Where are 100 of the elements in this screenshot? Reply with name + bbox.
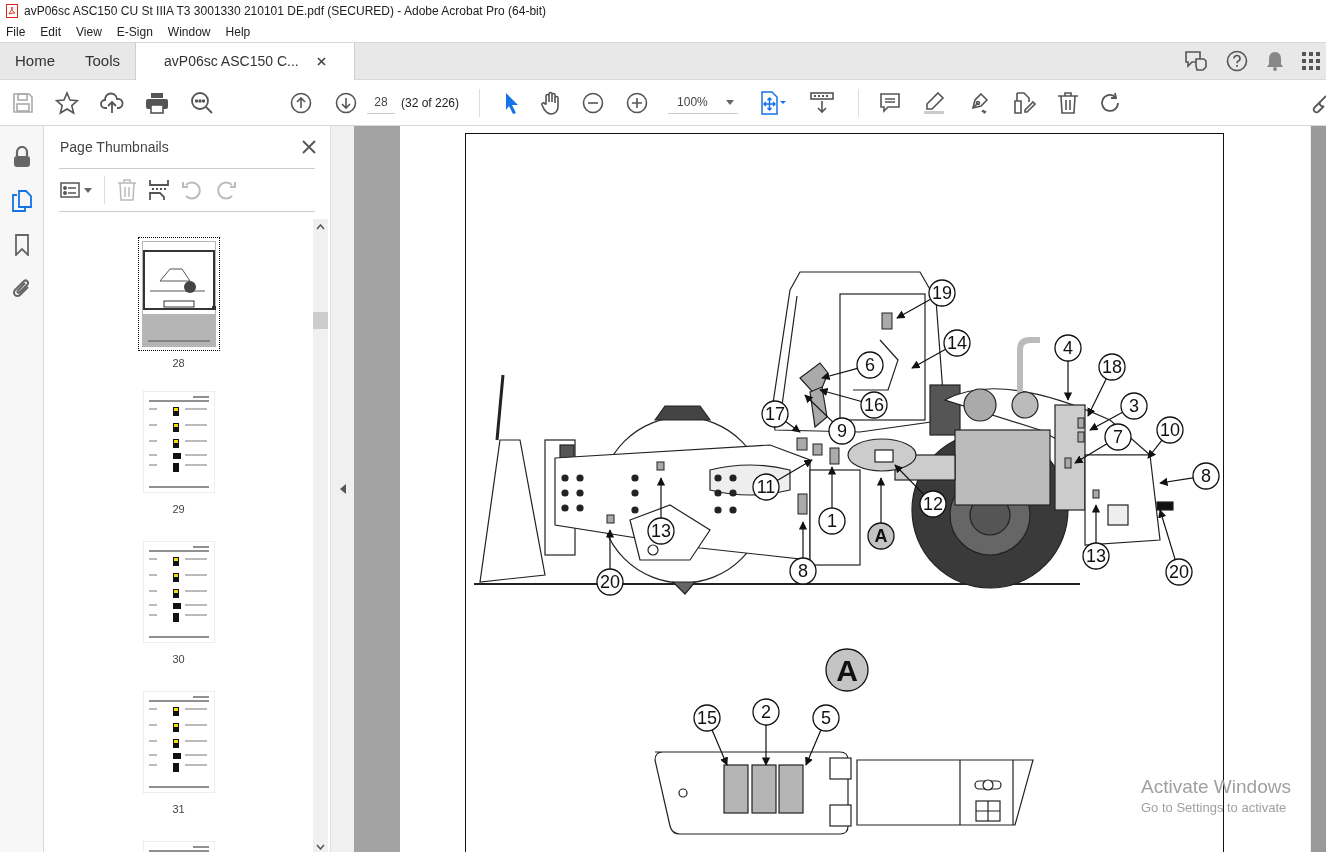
tab[interactable]: Home bbox=[0, 43, 70, 79]
callout-label: 12 bbox=[919, 490, 947, 518]
callout-label: 10 bbox=[1156, 416, 1184, 444]
leader-line bbox=[784, 421, 801, 433]
options-menu-icon[interactable] bbox=[60, 181, 80, 199]
page-number-field[interactable]: 28 bbox=[367, 91, 395, 114]
leader-line bbox=[798, 521, 808, 559]
leader-line bbox=[876, 477, 886, 524]
label-plate bbox=[1064, 457, 1072, 469]
highlighter-icon[interactable] bbox=[922, 90, 947, 115]
callout-label: 14 bbox=[943, 329, 971, 357]
scroll-mode-icon[interactable] bbox=[810, 91, 835, 114]
callout-label: 20 bbox=[596, 568, 624, 596]
label-plate bbox=[1092, 489, 1100, 499]
scroll-thumb[interactable] bbox=[313, 312, 328, 329]
page-number: 31 bbox=[172, 802, 185, 817]
fit-page-icon[interactable] bbox=[760, 90, 787, 115]
callout-label: 13 bbox=[1082, 542, 1110, 570]
panel-title: Page Thumbnails bbox=[60, 137, 169, 157]
scrollbar[interactable] bbox=[1310, 126, 1326, 852]
tab[interactable]: avP06sc ASC150 C... bbox=[135, 43, 355, 80]
label-plate bbox=[1077, 417, 1085, 429]
scroll-up-icon[interactable] bbox=[316, 224, 325, 230]
next-page-icon[interactable] bbox=[335, 91, 357, 114]
comment-icon[interactable] bbox=[879, 91, 902, 114]
label-plate bbox=[797, 493, 808, 515]
trash-icon[interactable] bbox=[1057, 90, 1080, 115]
zoom-in-icon[interactable] bbox=[626, 91, 649, 114]
menu-item[interactable]: View bbox=[76, 23, 102, 41]
callout-label: 19 bbox=[928, 279, 956, 307]
page-number: 30 bbox=[172, 652, 185, 667]
edit-document-icon[interactable] bbox=[1012, 90, 1037, 115]
close-icon[interactable] bbox=[316, 57, 326, 66]
leader-line bbox=[656, 477, 666, 519]
callout-label: 15 bbox=[693, 704, 721, 732]
menu-item[interactable]: E-Sign bbox=[116, 23, 153, 41]
pdf-file-icon bbox=[6, 4, 18, 18]
menu-item[interactable]: Help bbox=[225, 23, 251, 41]
label-plate bbox=[881, 312, 893, 330]
print-icon[interactable] bbox=[145, 91, 169, 114]
leader-line bbox=[1091, 504, 1101, 544]
zoom-dropdown[interactable]: 100% bbox=[668, 91, 739, 114]
apps-grid-icon[interactable] bbox=[1302, 51, 1320, 71]
callout-label: 6 bbox=[856, 351, 884, 379]
previous-page-icon[interactable] bbox=[290, 91, 312, 114]
bookmark-icon[interactable] bbox=[14, 234, 29, 256]
page-number: 29 bbox=[172, 502, 185, 517]
caret-icon[interactable] bbox=[84, 187, 92, 193]
paperclip-icon[interactable] bbox=[11, 278, 32, 300]
pointer-icon[interactable] bbox=[504, 91, 521, 114]
callout-label: 17 bbox=[761, 400, 789, 428]
leader-line bbox=[711, 729, 728, 766]
leader-line bbox=[805, 729, 822, 766]
callout-label: 8 bbox=[1192, 462, 1220, 490]
collapse-panel-icon[interactable] bbox=[339, 484, 346, 494]
callout-label: A bbox=[825, 648, 869, 692]
share-icon[interactable] bbox=[1184, 50, 1208, 72]
leader-line bbox=[827, 466, 837, 509]
cloud-upload-icon[interactable] bbox=[100, 90, 124, 115]
scroll-down-icon[interactable] bbox=[316, 844, 325, 850]
help-icon[interactable] bbox=[1226, 50, 1248, 72]
bell-icon[interactable] bbox=[1266, 51, 1284, 71]
menu-item[interactable]: File bbox=[6, 23, 26, 41]
page-thumbnail[interactable] bbox=[142, 391, 215, 493]
zoom-out-icon[interactable] bbox=[582, 91, 605, 114]
callout-label: 3 bbox=[1120, 392, 1148, 420]
search-icon[interactable] bbox=[190, 90, 214, 115]
leader-line bbox=[605, 529, 615, 570]
page-thumbnail[interactable] bbox=[141, 241, 216, 347]
page-thumbnail[interactable] bbox=[142, 541, 215, 643]
callout-label: 8 bbox=[789, 557, 817, 585]
pages-icon[interactable] bbox=[11, 190, 32, 212]
leader-line bbox=[821, 367, 859, 381]
callout-label: 11 bbox=[752, 473, 780, 501]
callout-label: 20 bbox=[1165, 558, 1193, 586]
activation-notice-text: Go to Settings to activate bbox=[1141, 799, 1288, 817]
leader-line bbox=[896, 298, 932, 319]
star-icon[interactable] bbox=[55, 90, 79, 115]
menu-item[interactable]: Edit bbox=[40, 23, 62, 41]
label-plate bbox=[1077, 431, 1085, 443]
menu-item[interactable]: Window bbox=[167, 23, 211, 41]
callout-label: 4 bbox=[1054, 334, 1082, 362]
tab[interactable]: Tools bbox=[70, 43, 136, 79]
insert-page-icon[interactable] bbox=[149, 179, 169, 201]
leader-line bbox=[911, 348, 947, 369]
page-thumbnail[interactable] bbox=[142, 691, 215, 793]
lock-icon[interactable] bbox=[12, 146, 31, 168]
leader-line bbox=[1159, 477, 1194, 486]
close-icon[interactable] bbox=[302, 140, 316, 154]
callout-label: 5 bbox=[812, 704, 840, 732]
label-plate bbox=[796, 437, 808, 451]
caret-icon bbox=[726, 99, 735, 105]
leader-line bbox=[776, 459, 813, 482]
callout-label: 13 bbox=[647, 517, 675, 545]
leader-line bbox=[1074, 443, 1108, 464]
callout-label: A bbox=[867, 522, 895, 550]
label-plate bbox=[829, 447, 840, 465]
callout-label: 2 bbox=[752, 698, 780, 726]
scrollbar[interactable] bbox=[313, 219, 328, 852]
window-title: avP06sc ASC150 CU St IIIA T3 3001330 210101 DE.pdf (SECURED) - Adobe Acrobat Pro (64-bit) bbox=[24, 3, 547, 20]
